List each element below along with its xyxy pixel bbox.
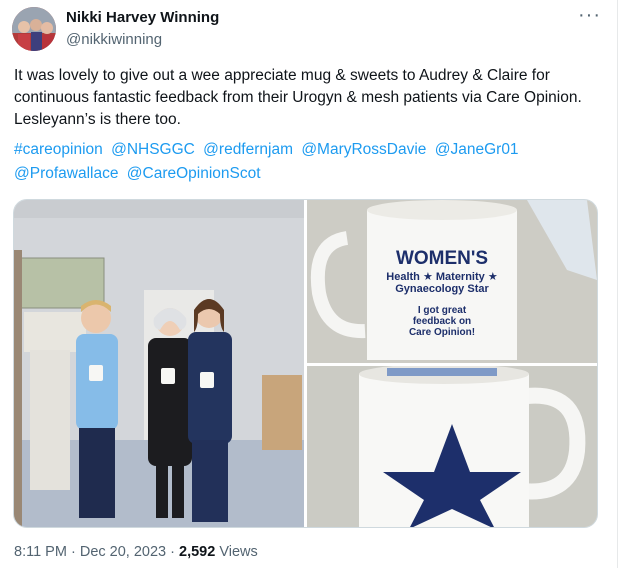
tweet-meta: 8:11 PM · Dec 20, 2023 · 2,592 Views: [14, 544, 258, 560]
mention-link[interactable]: @NHSGGC: [111, 141, 195, 158]
tweet-date[interactable]: Dec 20, 2023: [80, 544, 166, 560]
meta-separator: ·: [170, 544, 175, 560]
mention-link[interactable]: @JaneGr01: [435, 141, 519, 158]
mug-label-line: Care Opinion!: [408, 327, 476, 338]
mug-label-line: WOMEN'S: [395, 248, 489, 269]
mug-label: WOMEN'S Health ★ Maternity ★ Gynaecology…: [367, 248, 517, 338]
mention-link[interactable]: @MaryRossDavie: [301, 141, 426, 158]
mug-label-line: feedback on: [412, 316, 472, 327]
mention-link[interactable]: @Profawallace: [14, 165, 118, 182]
tweet: Nikki Harvey Winning @nikkiwinning ··· I…: [0, 0, 618, 568]
photo-staff-group[interactable]: [14, 200, 304, 527]
mention-link[interactable]: @redfernjam: [203, 141, 293, 158]
views-label: Views: [219, 544, 258, 560]
more-horizontal-icon[interactable]: ···: [578, 4, 601, 27]
media-grid: WOMEN'S Health ★ Maternity ★ Gynaecology…: [13, 199, 598, 528]
avatar[interactable]: [12, 7, 56, 51]
mug-label-line: Health ★ Maternity ★: [386, 271, 498, 283]
photo-mug-star[interactable]: [307, 366, 597, 527]
tweet-text: It was lovely to give out a wee apprecia…: [14, 67, 582, 128]
author-handle[interactable]: @nikkiwinning: [66, 31, 162, 48]
meta-separator: ·: [70, 544, 76, 560]
hashtag-link[interactable]: #careopinion: [14, 141, 103, 158]
tweet-tags: #careopinion @NHSGGC @redfernjam @MaryRo…: [14, 138, 604, 186]
tweet-time[interactable]: 8:11 PM: [14, 544, 67, 560]
mention-link[interactable]: @CareOpinionScot: [127, 165, 261, 182]
mug-label-line: Gynaecology Star: [395, 283, 489, 295]
photo-mug-text[interactable]: WOMEN'S Health ★ Maternity ★ Gynaecology…: [307, 200, 597, 363]
mug-label-line: I got great: [417, 305, 467, 316]
author-name[interactable]: Nikki Harvey Winning: [66, 9, 219, 26]
views-count: 2,592: [179, 544, 216, 560]
